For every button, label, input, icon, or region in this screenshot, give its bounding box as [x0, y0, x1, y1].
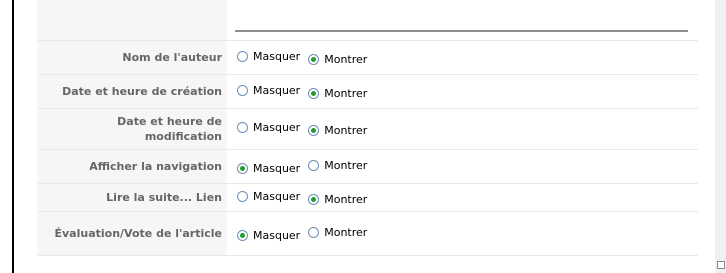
param-row: Date et heure de création Masquer Montrer — [37, 74, 698, 109]
resize-corner-icon[interactable] — [717, 261, 725, 269]
table-header-row — [37, 0, 698, 41]
option-label: Montrer — [324, 124, 368, 137]
option-label: Masquer — [253, 161, 301, 175]
option-masquer[interactable]: Masquer — [237, 84, 300, 97]
param-row: Lire la suite... Lien Masquer Montrer — [37, 183, 698, 212]
section-divider — [235, 29, 688, 33]
option-label: Masquer — [253, 83, 301, 97]
param-options: Masquer Montrer — [227, 109, 698, 150]
option-masquer[interactable]: Masquer — [237, 121, 300, 134]
header-label-cell — [37, 0, 227, 41]
radio-button[interactable] — [308, 226, 320, 238]
parameters-panel: Nom de l'auteur Masquer Montrer Date et heu… — [0, 0, 726, 273]
option-label: Masquer — [253, 121, 301, 134]
param-label: Lire la suite... Lien — [37, 183, 227, 212]
radio-button[interactable] — [308, 193, 320, 205]
radio-button[interactable] — [308, 87, 320, 99]
radio-button[interactable] — [237, 84, 248, 96]
param-row: Nom de l'auteur Masquer Montrer — [37, 40, 698, 75]
param-row: Date et heure de modification Masquer Mont… — [37, 108, 698, 150]
param-options: Masquer Montrer — [227, 212, 698, 256]
param-label: Date et heure de modification — [37, 108, 227, 150]
panel-left-border — [12, 0, 14, 273]
option-masquer[interactable]: Masquer — [237, 50, 300, 63]
header-value-cell — [227, 0, 698, 41]
option-montrer[interactable]: Montrer — [308, 226, 367, 239]
radio-button[interactable] — [237, 122, 248, 133]
param-label: Date et heure de création — [37, 74, 227, 109]
radio-button[interactable] — [237, 162, 248, 174]
radio-button[interactable] — [237, 190, 248, 202]
option-label: Montrer — [324, 158, 368, 172]
option-montrer[interactable]: Montrer — [308, 124, 367, 137]
option-label: Montrer — [324, 52, 368, 66]
param-label: Nom de l'auteur — [37, 40, 227, 75]
option-montrer[interactable]: Montrer — [308, 87, 367, 100]
param-row: Afficher la navigation Masquer Montrer — [37, 149, 698, 184]
option-masquer[interactable]: Masquer — [237, 229, 300, 242]
option-label: Masquer — [253, 228, 301, 242]
option-label: Masquer — [253, 49, 301, 63]
parameters-table: Nom de l'auteur Masquer Montrer Date et heu… — [37, 0, 698, 256]
param-options: Masquer Montrer — [227, 75, 698, 109]
radio-button[interactable] — [308, 53, 320, 65]
option-masquer[interactable]: Masquer — [237, 162, 300, 175]
radio-button[interactable] — [237, 229, 248, 241]
param-label: Évaluation/Vote de l'article — [37, 211, 227, 256]
radio-button[interactable] — [308, 159, 320, 171]
radio-button[interactable] — [237, 50, 248, 62]
param-options: Masquer Montrer — [227, 184, 698, 212]
radio-button[interactable] — [308, 125, 320, 136]
option-label: Montrer — [324, 192, 368, 206]
option-masquer[interactable]: Masquer — [237, 190, 300, 203]
option-montrer[interactable]: Montrer — [308, 159, 367, 172]
param-options: Masquer Montrer — [227, 41, 698, 75]
option-label: Montrer — [324, 225, 368, 239]
param-row: Évaluation/Vote de l'article Masquer Montr… — [37, 211, 698, 256]
option-montrer[interactable]: Montrer — [308, 193, 367, 206]
right-scroll-panel[interactable] — [715, 0, 726, 273]
param-label: Afficher la navigation — [37, 149, 227, 184]
param-options: Masquer Montrer — [227, 150, 698, 184]
option-montrer[interactable]: Montrer — [308, 53, 367, 66]
option-label: Montrer — [324, 86, 368, 100]
option-label: Masquer — [253, 189, 301, 203]
